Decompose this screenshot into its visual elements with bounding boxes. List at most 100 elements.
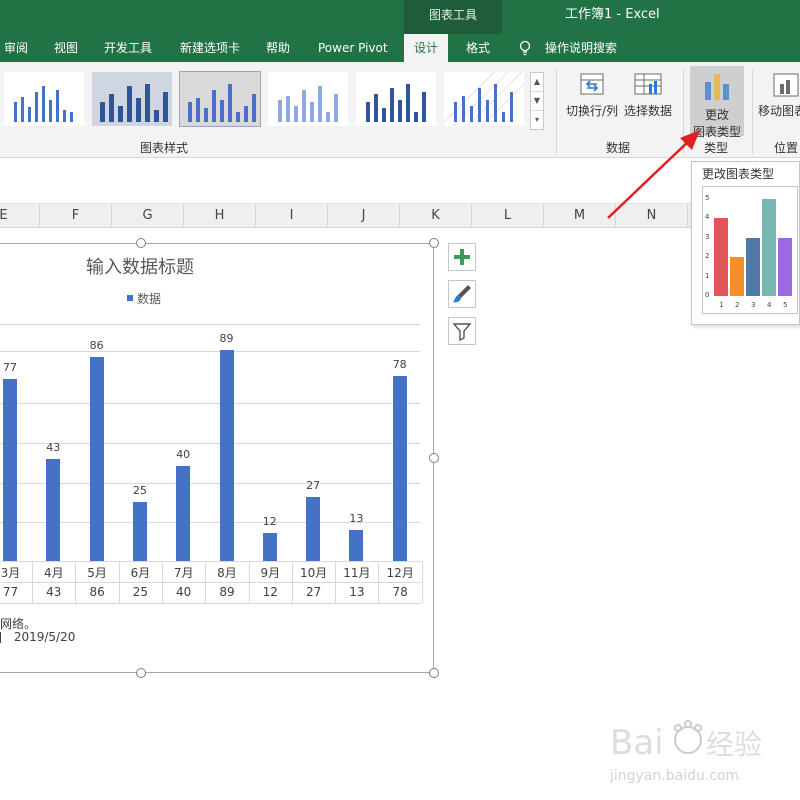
bar-9月[interactable] <box>262 532 277 561</box>
chart-elements-button[interactable] <box>448 243 476 271</box>
resize-handle-bottom[interactable] <box>136 668 146 678</box>
resize-handle-bottom-right[interactable] <box>429 668 439 678</box>
gridline <box>0 403 420 404</box>
chart-style-6[interactable] <box>444 72 524 126</box>
table-category-cell: 12月 <box>386 566 414 580</box>
resize-handle-top-right[interactable] <box>429 238 439 248</box>
table-value-cell: 89 <box>219 585 235 599</box>
move-chart-button[interactable]: 移动图表 <box>758 72 800 124</box>
chart-date-value: 2019/5/20 <box>13 630 76 644</box>
tooltip-preview-bar <box>778 237 792 296</box>
gallery-scroll-up-icon[interactable]: ▲ <box>531 73 543 92</box>
change-chart-type-icon <box>705 74 729 100</box>
bar-4月[interactable] <box>46 459 61 561</box>
table-category-cell: 11月 <box>343 566 371 580</box>
tab-review[interactable]: 审阅 <box>4 34 28 62</box>
filter-icon <box>452 323 472 342</box>
tooltip-x-tick: 2 <box>735 301 740 309</box>
table-category-cell: 10月 <box>299 566 328 580</box>
red-arrow-annotation <box>607 130 700 219</box>
lightbulb-icon <box>519 40 531 56</box>
resize-handle-top[interactable] <box>136 238 146 248</box>
tooltip-x-tick: 4 <box>767 301 772 309</box>
chart-title[interactable]: 输入数据标题 <box>86 253 194 279</box>
tab-power-pivot[interactable]: Power Pivot <box>318 34 388 62</box>
tab-design[interactable]: 设计 <box>404 34 449 62</box>
group-separator <box>556 70 557 154</box>
table-value-cell: 25 <box>132 585 149 599</box>
gridline <box>0 324 420 325</box>
bar-7月[interactable] <box>176 466 191 561</box>
column-header-h[interactable]: H <box>184 204 256 228</box>
tooltip-x-tick: 5 <box>783 301 788 309</box>
move-chart-label: 移动图表 <box>758 104 800 118</box>
switch-row-column-button[interactable]: 切换行/列 <box>562 72 622 124</box>
chart-style-2[interactable] <box>92 72 172 126</box>
chart-style-1[interactable] <box>4 72 84 126</box>
chart-style-4[interactable] <box>268 72 348 126</box>
column-header-l[interactable]: L <box>472 204 544 228</box>
bar-data-label: 13 <box>349 512 364 526</box>
column-header-k[interactable]: K <box>400 204 472 228</box>
bar-data-label: 27 <box>306 479 321 492</box>
bar-5月[interactable] <box>89 357 104 561</box>
resize-handle-right[interactable] <box>429 453 439 463</box>
chart-styles-button[interactable] <box>448 280 476 308</box>
table-category-cell: 9月 <box>260 566 281 580</box>
bar-data-label: 86 <box>89 339 104 353</box>
gallery-scrollbar[interactable]: ▲ ▼ ▾ <box>530 72 544 130</box>
bar-data-label: 12 <box>262 514 277 528</box>
column-header-g[interactable]: G <box>112 204 184 228</box>
plus-icon <box>454 249 470 265</box>
column-header-f[interactable]: F <box>40 204 112 228</box>
switch-row-column-label: 切换行/列 <box>565 104 619 118</box>
chart-style-3[interactable] <box>179 71 261 127</box>
legend-label[interactable]: 数据 <box>137 290 161 307</box>
tooltip-y-tick: 3 <box>705 232 710 241</box>
select-data-button[interactable]: 选择数据 <box>622 72 674 124</box>
bar-11月[interactable] <box>349 530 364 561</box>
gallery-scroll-down-icon[interactable]: ▼ <box>531 92 543 111</box>
gridline <box>0 351 420 352</box>
tab-format[interactable]: 格式 <box>466 34 490 62</box>
table-category-cell: 8月 <box>217 566 237 580</box>
column-header-j[interactable]: J <box>328 204 400 228</box>
table-line <box>0 603 421 604</box>
switch-row-column-icon <box>580 73 604 95</box>
table-value-cell: 86 <box>89 585 105 599</box>
bar-6月[interactable] <box>132 501 147 561</box>
window-title: 工作簿1 - Excel <box>565 7 660 22</box>
tooltip-preview-bar <box>730 257 744 296</box>
bar-data-label: 78 <box>392 358 407 372</box>
tab-help[interactable]: 帮助 <box>266 34 290 62</box>
bar-12月[interactable] <box>392 376 407 561</box>
select-data-icon <box>634 73 662 95</box>
bar-data-label: 77 <box>3 360 17 374</box>
table-category-cell: 4月 <box>43 566 64 580</box>
gallery-more-icon[interactable]: ▾ <box>531 111 543 130</box>
bar-data-label: 43 <box>46 441 61 455</box>
table-value-cell: 40 <box>176 585 192 599</box>
bar-data-label: 89 <box>219 332 234 346</box>
tab-view[interactable]: 视图 <box>54 34 78 62</box>
tooltip-y-tick: 2 <box>705 252 710 260</box>
bar-10月[interactable] <box>306 497 321 561</box>
chart-area[interactable] <box>0 243 434 673</box>
table-category-cell: 3月 <box>0 566 21 580</box>
tooltip-title: 更改图表类型 <box>702 167 775 181</box>
chart-filters-button[interactable] <box>448 317 476 345</box>
bar-8月[interactable] <box>219 350 234 561</box>
column-header-i[interactable]: I <box>256 204 328 228</box>
tab-new-tab[interactable]: 新建选项卡 <box>180 34 240 62</box>
group-separator <box>752 70 753 154</box>
title-bar <box>0 0 800 34</box>
tab-developer[interactable]: 开发工具 <box>104 34 152 62</box>
table-category-cell: 6月 <box>130 566 151 580</box>
gridline <box>0 483 420 484</box>
move-chart-icon <box>773 73 799 97</box>
tell-me-search[interactable]: 操作说明搜索 <box>545 34 617 62</box>
column-header-e[interactable]: E <box>0 204 40 228</box>
bar-3月[interactable] <box>3 378 17 561</box>
chart-style-5[interactable] <box>356 72 436 126</box>
group-label-chart-styles: 图表样式 <box>140 141 189 155</box>
